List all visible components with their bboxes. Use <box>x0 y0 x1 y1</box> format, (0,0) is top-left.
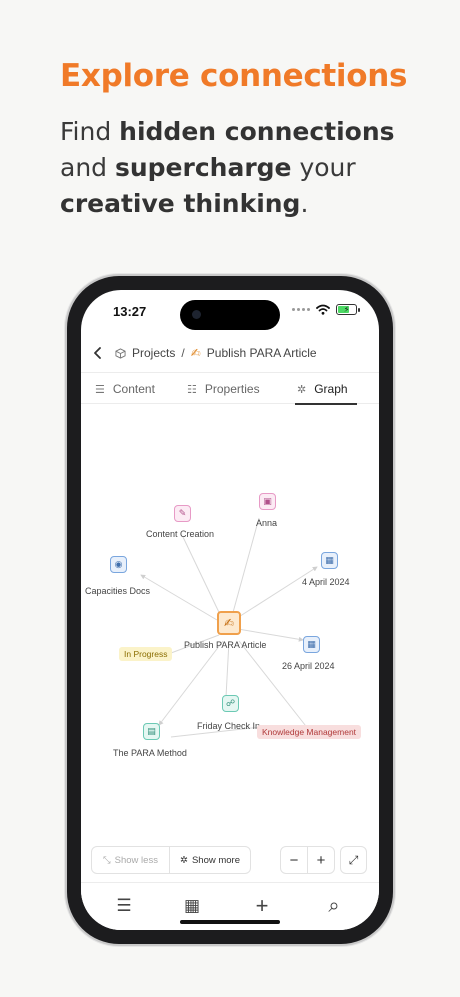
show-less-button[interactable]: ⤡ Show less <box>92 847 169 873</box>
node-center-label[interactable]: Publish PARA Article <box>184 640 266 650</box>
calendar-icon[interactable]: ▦ <box>181 895 203 917</box>
show-more-label: Show more <box>191 854 241 866</box>
breadcrumb-current-page: Publish PARA Article <box>206 346 317 360</box>
zoom-in-button[interactable]: + <box>308 847 334 873</box>
dynamic-island <box>180 300 280 330</box>
tab-content-label: Content <box>112 382 155 396</box>
camera-icon <box>192 310 201 319</box>
tag-in-progress[interactable]: In Progress <box>119 647 173 661</box>
node-capacities-docs-icon[interactable]: ◉ <box>110 556 127 573</box>
sub-text: Find <box>60 117 120 146</box>
sub-bold: creative thinking <box>60 189 301 218</box>
tab-properties[interactable]: ☷ Properties <box>187 382 260 396</box>
tag-knowledge-management[interactable]: Knowledge Management <box>257 725 362 739</box>
writing-hand-icon: ✍ <box>190 346 201 360</box>
node-april-4-icon[interactable]: ▦ <box>321 552 338 569</box>
status-time: 13:27 <box>113 304 147 319</box>
list-icon: ☷ <box>187 383 197 396</box>
edge-knowledge-management <box>238 640 310 731</box>
subheadline: Find hidden connections and supercharge … <box>60 114 420 222</box>
tab-graph[interactable]: ✲ Graph <box>297 382 348 396</box>
breadcrumb: Projects / ✍ Publish PARA Article <box>93 346 317 360</box>
zoom-group: − + <box>280 846 335 874</box>
node-april-4-label[interactable]: 4 April 2024 <box>302 577 350 587</box>
show-less-label: Show less <box>114 854 158 866</box>
show-more-button[interactable]: ✲ Show more <box>170 847 250 873</box>
back-chevron-icon[interactable] <box>93 347 103 359</box>
wifi-icon <box>316 304 330 315</box>
phone-screen: 13:27 ⚡ Projects / ✍ Publish PARA Articl… <box>81 290 379 930</box>
node-april-26-label[interactable]: 26 April 2024 <box>282 661 335 671</box>
node-april-26-icon[interactable]: ▦ <box>303 636 320 653</box>
tab-graph-label: Graph <box>314 382 348 396</box>
battery-icon: ⚡ <box>336 304 360 315</box>
node-center-icon[interactable]: ✍ <box>217 611 241 635</box>
phone-frame: 13:27 ⚡ Projects / ✍ Publish PARA Articl… <box>67 276 393 944</box>
graph-icon: ✲ <box>297 383 307 396</box>
search-icon[interactable]: ⌕ <box>323 895 345 917</box>
node-friday-check-in-icon[interactable]: ☍ <box>222 695 239 712</box>
fit-group: ⤢ <box>340 846 367 874</box>
breadcrumb-projects-link[interactable]: Projects <box>132 346 175 360</box>
node-capacities-docs-label[interactable]: Capacities Docs <box>85 586 150 596</box>
add-icon[interactable]: + <box>251 893 273 918</box>
tab-bar: ☰ Content ☷ Properties ✲ Graph <box>81 372 379 405</box>
fit-view-button[interactable]: ⤢ <box>341 847 366 873</box>
tab-content[interactable]: ☰ Content <box>95 382 155 396</box>
sub-bold: supercharge <box>114 153 292 182</box>
sub-text: . <box>300 189 309 218</box>
edge-april-26 <box>237 628 304 642</box>
charging-bolt-icon: ⚡ <box>343 305 350 314</box>
home-indicator <box>180 920 280 924</box>
node-friday-check-in-label[interactable]: Friday Check In <box>197 721 260 731</box>
cube-icon <box>115 347 126 359</box>
graph-controls: ⤡ Show less ✲ Show more − + ⤢ <box>81 846 379 874</box>
node-content-creation-label[interactable]: Content Creation <box>146 529 214 539</box>
status-icons: ⚡ <box>292 304 360 315</box>
node-para-method-label[interactable]: The PARA Method <box>113 748 187 758</box>
collapse-icon: ⤡ <box>103 854 111 866</box>
sub-text: your <box>291 153 356 182</box>
signal-dots-icon <box>292 308 310 311</box>
sub-bold: hidden connections <box>119 117 395 146</box>
node-anna-icon[interactable]: ▣ <box>259 493 276 510</box>
node-para-method-icon[interactable]: ▤ <box>143 723 160 740</box>
zoom-out-button[interactable]: − <box>281 847 307 873</box>
tab-properties-label: Properties <box>204 382 260 396</box>
node-anna-label[interactable]: Anna <box>256 518 277 528</box>
edge-capacities-docs <box>140 574 218 621</box>
node-content-creation-icon[interactable]: ✎ <box>174 505 191 522</box>
breadcrumb-separator: / <box>181 346 185 360</box>
sub-text: and <box>60 153 115 182</box>
list-view-icon[interactable]: ☰ <box>113 895 135 917</box>
lines-icon: ☰ <box>95 383 105 396</box>
edge-april-4 <box>233 566 318 621</box>
show-toggle-group: ⤡ Show less ✲ Show more <box>91 846 251 874</box>
graph-canvas[interactable]: ✎ Content Creation ▣ Anna ◉ Capacities D… <box>81 405 379 845</box>
expand-graph-icon: ✲ <box>179 854 188 866</box>
headline: Explore connections <box>60 58 408 94</box>
